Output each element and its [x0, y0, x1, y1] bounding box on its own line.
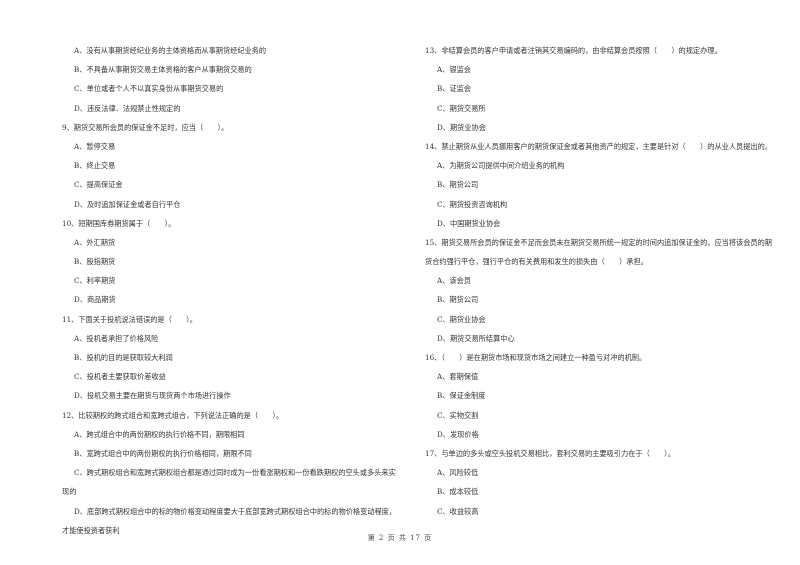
q16-option-d: D、发现价格 — [437, 429, 479, 439]
q9-option-a: A、暂停交易 — [74, 141, 116, 151]
q12-option-c: C、跨式期权组合和宽跨式期权组合都是通过同时成为一份看涨期权和一份看跌期权的空头… — [62, 468, 396, 497]
right-column: 13、非结算会员的客户申请或者注销其交易编码的，由非结算会员按照（ ）的规定办理… — [425, 41, 777, 521]
q14-option-c: C、期货投资咨询机构 — [437, 199, 508, 209]
q17-option-a: A、风险较低 — [437, 468, 479, 478]
q11-stem: 11、下面关于投机说法错误的是（ ）。 — [62, 314, 197, 324]
q14-option-a: A、为期货公司提供中间介绍业务的机构 — [437, 161, 565, 171]
q9-stem: 9、期货交易所会员的保证金不足时，应当（ ）。 — [62, 122, 229, 132]
q8-option-b: B、不具备从事期货交易主体资格的客户从事期货交易的 — [74, 65, 252, 75]
q8-option-c: C、单位或者个人不以真实身份从事期货交易的 — [74, 84, 224, 94]
q17-option-c: C、收益较高 — [437, 506, 479, 516]
q14-option-b: B、期货公司 — [437, 180, 479, 190]
q15-option-d: D、期货交易所结算中心 — [437, 333, 515, 343]
q16-option-c: C、实物交割 — [437, 410, 479, 420]
q17-stem: 17、与单边的多头或空头投机交易相比，套利交易的主要吸引力在于（ ）。 — [425, 448, 675, 458]
q9-option-d: D、及时追加保证金或者自行平仓 — [74, 199, 181, 209]
q15-stem: 15、期货交易所会员的保证金不足而会员未在期货交易所统一规定的时间内追加保证金的… — [425, 237, 772, 267]
q8-option-d: D、违反法律、法规禁止性规定的 — [74, 103, 181, 113]
q15-option-b: B、期货公司 — [437, 295, 479, 305]
q10-option-c: C、利率期货 — [74, 276, 116, 286]
q9-option-b: B、终止交易 — [74, 161, 116, 171]
q10-option-d: D、商品期货 — [74, 295, 116, 305]
q13-option-c: C、期货交易所 — [437, 103, 486, 113]
q11-option-b: B、投机的目的是获取较大利润 — [74, 353, 173, 362]
q13-option-d: D、期货业协会 — [437, 122, 486, 132]
q15-option-a: A、该会员 — [437, 276, 471, 286]
q13-stem: 13、非结算会员的客户申请或者注销其交易编码的，由非结算会员按照（ ）的规定办理… — [425, 46, 722, 55]
q8-option-a: A、没有从事期货经纪业务的主体资格而从事期货经纪业务的 — [74, 46, 267, 55]
q16-option-b: B、保证金制度 — [437, 391, 486, 401]
page-number: 第 2 页 共 17 页 — [367, 534, 433, 542]
q15-option-c: C、期货业协会 — [437, 314, 486, 324]
q10-stem: 10、短期国库券期货属于（ ）。 — [62, 218, 176, 228]
q17-option-b: B、成本较低 — [437, 487, 479, 497]
left-column: A、没有从事期货经纪业务的主体资格而从事期货经纪业务的 B、不具备从事期货交易主… — [62, 41, 402, 540]
q14-stem: 14、禁止期货从业人员挪用客户的期货保证金或者其他资产的规定，主要是针对（ ）的… — [425, 141, 772, 151]
q11-option-c: C、投机者主要获取价差收益 — [74, 372, 166, 382]
q10-option-b: B、股指期货 — [74, 257, 116, 267]
q11-option-d: D、投机交易主要在期货与现货两个市场进行操作 — [74, 391, 231, 401]
q13-option-b: B、证监会 — [437, 84, 472, 94]
q11-option-a: A、投机者承担了价格风险 — [74, 333, 159, 343]
q12-option-b: B、宽跨式组合中的两份期权的执行价格相同，期限不同 — [74, 448, 252, 458]
q12-stem: 12、比较期权的跨式组合和宽跨式组合，下列说法正确的是（ ）。 — [62, 410, 284, 420]
q16-stem: 16、（ ）是在期货市场和现货市场之间建立一种盈亏对冲的机制。 — [425, 353, 647, 363]
q9-option-c: C、提高保证金 — [74, 180, 123, 190]
q12-option-a: A、跨式组合中的两份期权的执行价格不同，期限相同 — [74, 429, 245, 439]
q14-option-d: D、中国期货业协会 — [437, 218, 501, 228]
q10-option-a: A、外汇期货 — [74, 237, 116, 247]
q16-option-a: A、套期保值 — [437, 372, 479, 382]
q13-option-a: A、银监会 — [437, 65, 471, 75]
